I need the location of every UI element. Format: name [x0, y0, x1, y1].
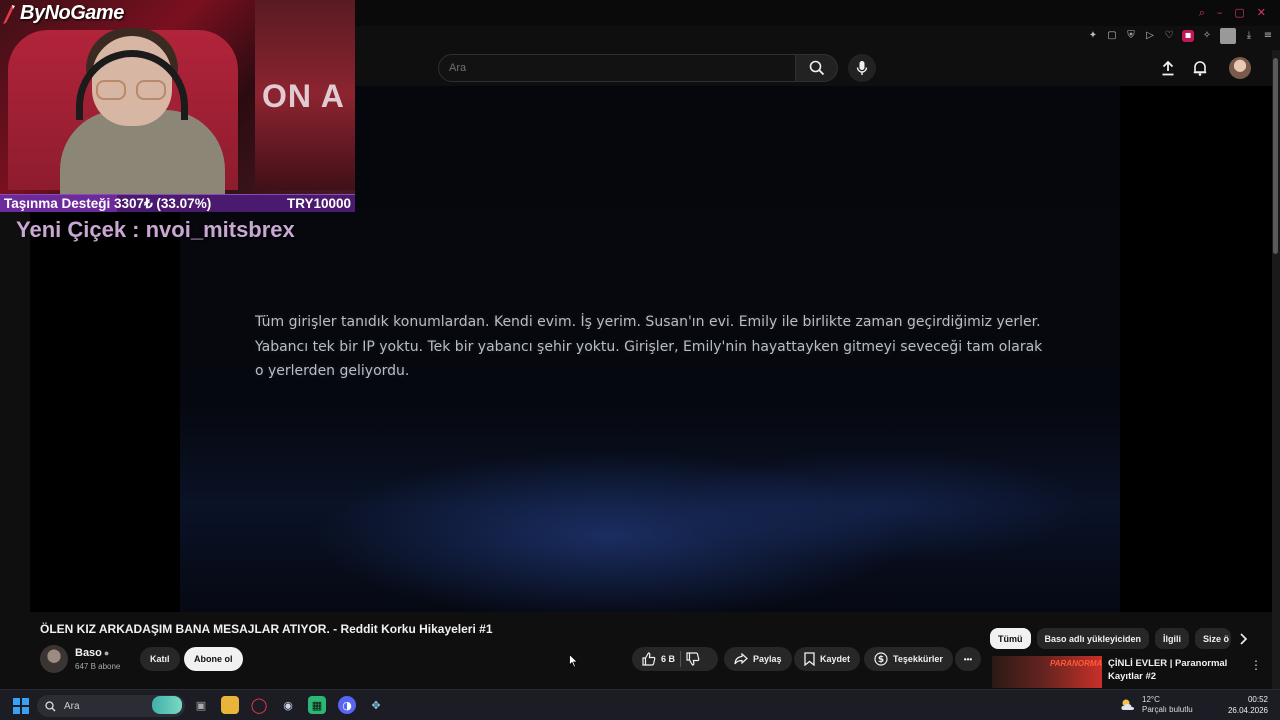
- donation-goal-target: TRY10000: [286, 196, 351, 211]
- pin-icon[interactable]: ✦: [1087, 30, 1099, 42]
- like-divider: [680, 651, 682, 667]
- weather-description: Parçalı bulutlu: [1142, 705, 1193, 714]
- save-button[interactable]: Kaydet: [794, 647, 861, 671]
- search-tab-icon[interactable]: ⌕: [1199, 6, 1205, 20]
- discord-icon[interactable]: ◑: [338, 696, 356, 714]
- like-dislike-group: 6 B: [632, 647, 718, 671]
- chevron-right-icon[interactable]: [1236, 632, 1250, 646]
- share-label: Paylaş: [753, 654, 782, 664]
- join-button[interactable]: Katıl: [140, 647, 180, 671]
- search-input[interactable]: Ara: [438, 54, 796, 82]
- channel-name-row[interactable]: Baso ●: [75, 647, 109, 659]
- thumbs-down-icon: [686, 652, 700, 666]
- thanks-label: Teşekkürler: [893, 654, 943, 664]
- like-count: 6 B: [661, 654, 676, 664]
- clock-date: 26.04.2026: [1227, 706, 1268, 715]
- recommended-video-title[interactable]: ÇİNLİ EVLER | Paranormal Kayıtlar #2: [1108, 657, 1240, 683]
- thanks-button[interactable]: $ Teşekkürler: [864, 647, 953, 671]
- minimize-icon[interactable]: –: [1217, 6, 1223, 20]
- screen: ⌕ – ▢ ✕ ✦ ▢ ⛨ ▷ ♡ ▪ ✧ ⤓ ≡ Ara Tüm girişl…: [0, 0, 1280, 720]
- voice-search-button[interactable]: [848, 54, 876, 82]
- video-subtitle-text: Tüm girişler tanıdık konumlardan. Kendi …: [255, 314, 1043, 379]
- twitch-icon[interactable]: ▪: [1182, 30, 1194, 42]
- search-icon: [45, 700, 56, 711]
- search-button[interactable]: [796, 54, 838, 82]
- streamer-webcam: ON A ByNoGame: [0, 0, 355, 212]
- weather-temperature: 12°C: [1142, 695, 1160, 704]
- mouse-cursor-icon: [569, 654, 579, 668]
- window-controls: ⌕ – ▢ ✕: [1199, 6, 1266, 20]
- flower-alert-text: Yeni Çiçek : nvoi_mitsbrex: [16, 217, 295, 242]
- thumbnail-tag: PARANORMAL: [1050, 659, 1102, 668]
- donation-goal-label: Taşınma Desteği 3307₺ (33.07%): [4, 195, 212, 211]
- chip-related[interactable]: İlgili: [1155, 628, 1190, 649]
- shield-icon[interactable]: ⛨: [1125, 30, 1137, 42]
- video-title: ÖLEN KIZ ARKADAŞIM BANA MESAJLAR ATIYOR.…: [40, 622, 493, 636]
- chip-for-you[interactable]: Size ö: [1195, 628, 1232, 649]
- join-label: Katıl: [150, 654, 170, 664]
- upload-button[interactable]: [1158, 58, 1178, 78]
- opera-gx-icon[interactable]: ◯: [250, 696, 268, 714]
- search-icon: [809, 60, 824, 76]
- chip-all[interactable]: Tümü: [990, 628, 1031, 649]
- heart-icon[interactable]: ♡: [1163, 30, 1175, 42]
- chip-from-channel[interactable]: Baso adlı yükleyiciden: [1036, 628, 1150, 649]
- extensions-bar: ✦ ▢ ⛨ ▷ ♡ ▪ ✧ ⤓ ≡: [1087, 28, 1274, 44]
- bynogame-logo: ByNoGame: [0, 2, 124, 25]
- scrollbar-thumb[interactable]: [1273, 58, 1278, 254]
- donation-goal-bar: Taşınma Desteği 3307₺ (33.07%) TRY10000: [0, 194, 355, 212]
- task-view-icon[interactable]: ▣: [192, 696, 210, 714]
- save-label: Kaydet: [820, 654, 851, 664]
- subscribe-button[interactable]: Abone ol: [184, 647, 243, 671]
- channel-avatar[interactable]: [40, 645, 68, 673]
- system-clock[interactable]: 00:52 26.04.2026: [1226, 694, 1268, 716]
- bookmark-icon: [804, 652, 815, 666]
- maximize-icon[interactable]: ▢: [1234, 6, 1244, 20]
- profile-icon[interactable]: [1220, 28, 1236, 44]
- close-icon[interactable]: ✕: [1257, 6, 1266, 20]
- microphone-icon: [856, 61, 868, 75]
- notifications-button[interactable]: [1190, 58, 1210, 78]
- svg-text:$: $: [878, 655, 884, 665]
- account-avatar[interactable]: [1229, 57, 1251, 79]
- subscribe-label: Abone ol: [194, 654, 233, 664]
- steam-icon[interactable]: ◉: [279, 696, 297, 714]
- feather-icon: [3, 4, 15, 24]
- more-actions-button[interactable]: •••: [955, 647, 981, 671]
- dollar-heart-icon: $: [874, 652, 888, 666]
- verified-icon: ●: [103, 648, 110, 658]
- download-icon[interactable]: ⤓: [1243, 30, 1255, 42]
- play-icon[interactable]: ▷: [1144, 30, 1156, 42]
- poster-text: ON A: [262, 78, 345, 114]
- subscriber-count: 647 B abone: [75, 662, 121, 671]
- share-button[interactable]: Paylaş: [724, 647, 792, 671]
- related-filter-chips: Tümü Baso adlı yükleyiciden İlgili Size …: [990, 628, 1232, 649]
- more-icon: •••: [963, 654, 973, 664]
- game-app-icon[interactable]: ▦: [308, 696, 326, 714]
- like-button[interactable]: 6 B: [642, 652, 675, 666]
- tab-icon[interactable]: ▢: [1106, 30, 1118, 42]
- puzzle-icon[interactable]: ✧: [1201, 30, 1213, 42]
- taskbar-search-label: Ara: [64, 700, 80, 712]
- menu-icon[interactable]: ≡: [1262, 30, 1274, 42]
- kebab-menu-icon[interactable]: ⋮: [1250, 658, 1262, 672]
- channel-name[interactable]: Baso: [75, 647, 102, 659]
- clock-time: 00:52: [1247, 695, 1268, 704]
- thumbs-up-icon: [642, 652, 656, 666]
- widget-icon[interactable]: [152, 696, 182, 714]
- windows-taskbar: Ara ▣ ◯ ◉ ▦ ◑ ✥ 12°C Parçalı bulutlu 00:…: [0, 689, 1280, 720]
- dislike-button[interactable]: [686, 652, 700, 666]
- windows-start-icon[interactable]: [13, 698, 29, 714]
- logo-text: ByNoGame: [20, 2, 124, 24]
- share-icon: [734, 653, 748, 665]
- partly-cloudy-icon: [1121, 699, 1135, 710]
- recommended-video-thumbnail[interactable]: PARANORMAL: [992, 656, 1102, 688]
- network-app-icon[interactable]: ✥: [367, 696, 385, 714]
- glasses: [96, 80, 168, 100]
- weather-widget[interactable]: 12°C Parçalı bulutlu: [1120, 695, 1193, 715]
- bell-icon: [1193, 61, 1207, 76]
- file-explorer-icon[interactable]: [221, 696, 239, 714]
- upload-icon: [1162, 60, 1174, 76]
